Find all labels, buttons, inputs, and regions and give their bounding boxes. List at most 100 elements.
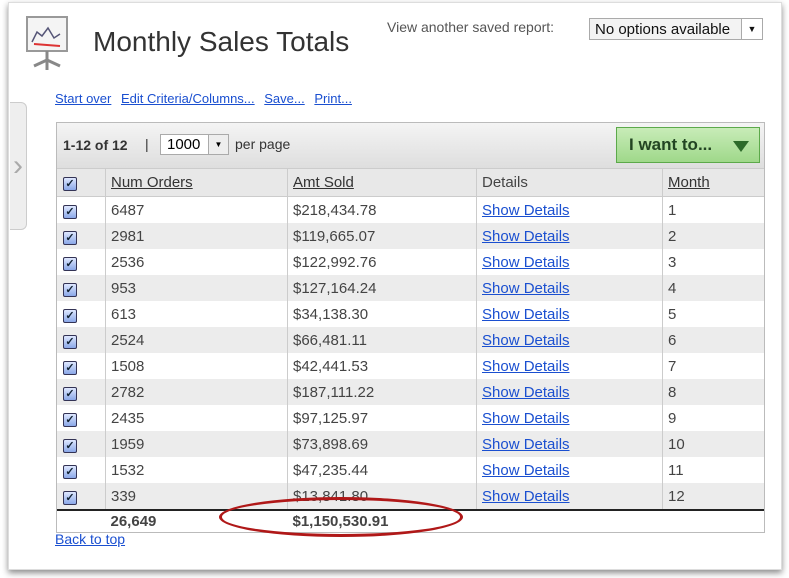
amt-sold-cell: $122,992.76	[287, 249, 477, 275]
row-select-cell: ✓	[57, 405, 106, 431]
show-details-link[interactable]: Show Details	[482, 410, 570, 427]
month-cell: 8	[662, 379, 764, 405]
back-to-top-link[interactable]: Back to top	[55, 531, 125, 547]
row-select-cell: ✓	[57, 301, 106, 327]
month-cell: 6	[662, 327, 764, 353]
start-over-link[interactable]: Start over	[55, 91, 111, 106]
table-row: ✓ 2435 $97,125.97 Show Details 9	[57, 405, 764, 431]
row-checkbox[interactable]: ✓	[63, 464, 77, 479]
row-checkbox[interactable]: ✓	[63, 438, 77, 453]
amt-sold-cell: $73,898.69	[287, 431, 477, 457]
sort-month[interactable]: Month	[668, 174, 710, 191]
header-row: ✓ Num Orders Amt Sold Details Month	[57, 169, 764, 197]
num-orders-cell: 6487	[105, 196, 288, 223]
row-checkbox[interactable]: ✓	[63, 230, 77, 245]
details-cell: Show Details	[476, 249, 663, 275]
month-cell: 7	[662, 353, 764, 379]
row-select-cell: ✓	[57, 327, 106, 353]
show-details-link[interactable]: Show Details	[482, 228, 570, 245]
row-checkbox[interactable]: ✓	[63, 360, 77, 375]
print-link[interactable]: Print...	[314, 91, 352, 106]
show-details-link[interactable]: Show Details	[482, 488, 570, 505]
row-checkbox[interactable]: ✓	[63, 308, 77, 323]
amt-sold-cell: $42,441.53	[287, 353, 477, 379]
details-cell: Show Details	[476, 327, 663, 353]
show-details-link[interactable]: Show Details	[482, 436, 570, 453]
sort-amt-sold[interactable]: Amt Sold	[293, 174, 354, 191]
amt-sold-cell: $34,138.30	[287, 301, 477, 327]
month-cell: 9	[662, 405, 764, 431]
select-all-checkbox[interactable]: ✓	[63, 177, 77, 191]
row-checkbox[interactable]: ✓	[63, 490, 77, 505]
highlight-annotation	[219, 497, 463, 537]
sort-num-orders[interactable]: Num Orders	[111, 174, 193, 191]
row-checkbox[interactable]: ✓	[63, 204, 77, 219]
show-details-link[interactable]: Show Details	[482, 384, 570, 401]
totals-blank	[476, 509, 663, 532]
row-checkbox[interactable]: ✓	[63, 334, 77, 349]
show-details-link[interactable]: Show Details	[482, 280, 570, 297]
details-cell: Show Details	[476, 405, 663, 431]
row-select-cell: ✓	[57, 223, 106, 249]
details-cell: Show Details	[476, 301, 663, 327]
num-orders-cell: 1959	[105, 431, 288, 457]
table-row: ✓ 1508 $42,441.53 Show Details 7	[57, 353, 764, 379]
month-cell: 5	[662, 301, 764, 327]
row-checkbox[interactable]: ✓	[63, 282, 77, 297]
row-checkbox[interactable]: ✓	[63, 256, 77, 271]
col-num-orders[interactable]: Num Orders	[105, 169, 288, 197]
row-select-cell: ✓	[57, 431, 106, 457]
show-details-link[interactable]: Show Details	[482, 254, 570, 271]
month-cell: 10	[662, 431, 764, 457]
totals-blank	[57, 509, 106, 532]
amt-sold-cell: $97,125.97	[287, 405, 477, 431]
action-links: Start over Edit Criteria/Columns... Save…	[55, 91, 358, 106]
totals-blank	[662, 509, 764, 532]
show-details-link[interactable]: Show Details	[482, 306, 570, 323]
report-table: 1-12 of 12 | 1000 ▼ per page I want to...…	[56, 122, 765, 533]
result-count: 1-12 of 12	[63, 137, 128, 153]
per-page-label: per page	[235, 136, 291, 152]
num-orders-cell: 613	[105, 301, 288, 327]
row-select-cell: ✓	[57, 457, 106, 483]
save-link[interactable]: Save...	[264, 91, 304, 106]
table-row: ✓ 953 $127,164.24 Show Details 4	[57, 275, 764, 301]
amt-sold-cell: $119,665.07	[287, 223, 477, 249]
amt-sold-cell: $218,434.78	[287, 196, 477, 223]
data-table: ✓ Num Orders Amt Sold Details Month ✓ 64…	[57, 169, 764, 532]
show-details-link[interactable]: Show Details	[482, 462, 570, 479]
saved-report-select[interactable]: No options available ▼	[589, 18, 763, 40]
table-row: ✓ 2782 $187,111.22 Show Details 8	[57, 379, 764, 405]
table-row: ✓ 2524 $66,481.11 Show Details 6	[57, 327, 764, 353]
per-page-select[interactable]: 1000 ▼	[160, 134, 229, 155]
details-cell: Show Details	[476, 223, 663, 249]
chevron-down-icon: ▼	[208, 135, 228, 154]
num-orders-cell: 2536	[105, 249, 288, 275]
row-select-cell: ✓	[57, 196, 106, 223]
i-want-to-button[interactable]: I want to...	[616, 127, 760, 163]
row-select-cell: ✓	[57, 379, 106, 405]
month-cell: 12	[662, 483, 764, 510]
table-row: ✓ 1959 $73,898.69 Show Details 10	[57, 431, 764, 457]
row-select-cell: ✓	[57, 249, 106, 275]
row-checkbox[interactable]: ✓	[63, 386, 77, 401]
amt-sold-cell: $66,481.11	[287, 327, 477, 353]
details-cell: Show Details	[476, 457, 663, 483]
sidebar-toggle[interactable]: ›	[10, 102, 27, 230]
num-orders-cell: 953	[105, 275, 288, 301]
col-amt-sold[interactable]: Amt Sold	[287, 169, 477, 197]
col-details: Details	[476, 169, 663, 197]
edit-criteria-link[interactable]: Edit Criteria/Columns...	[121, 91, 255, 106]
col-month[interactable]: Month	[662, 169, 764, 197]
show-details-link[interactable]: Show Details	[482, 202, 570, 219]
details-cell: Show Details	[476, 275, 663, 301]
month-cell: 3	[662, 249, 764, 275]
table-row: ✓ 2981 $119,665.07 Show Details 2	[57, 223, 764, 249]
show-details-link[interactable]: Show Details	[482, 332, 570, 349]
details-cell: Show Details	[476, 196, 663, 223]
presentation-chart-icon	[26, 16, 68, 70]
row-checkbox[interactable]: ✓	[63, 412, 77, 427]
num-orders-cell: 1532	[105, 457, 288, 483]
show-details-link[interactable]: Show Details	[482, 358, 570, 375]
table-toolbar: 1-12 of 12 | 1000 ▼ per page I want to...	[57, 123, 764, 169]
